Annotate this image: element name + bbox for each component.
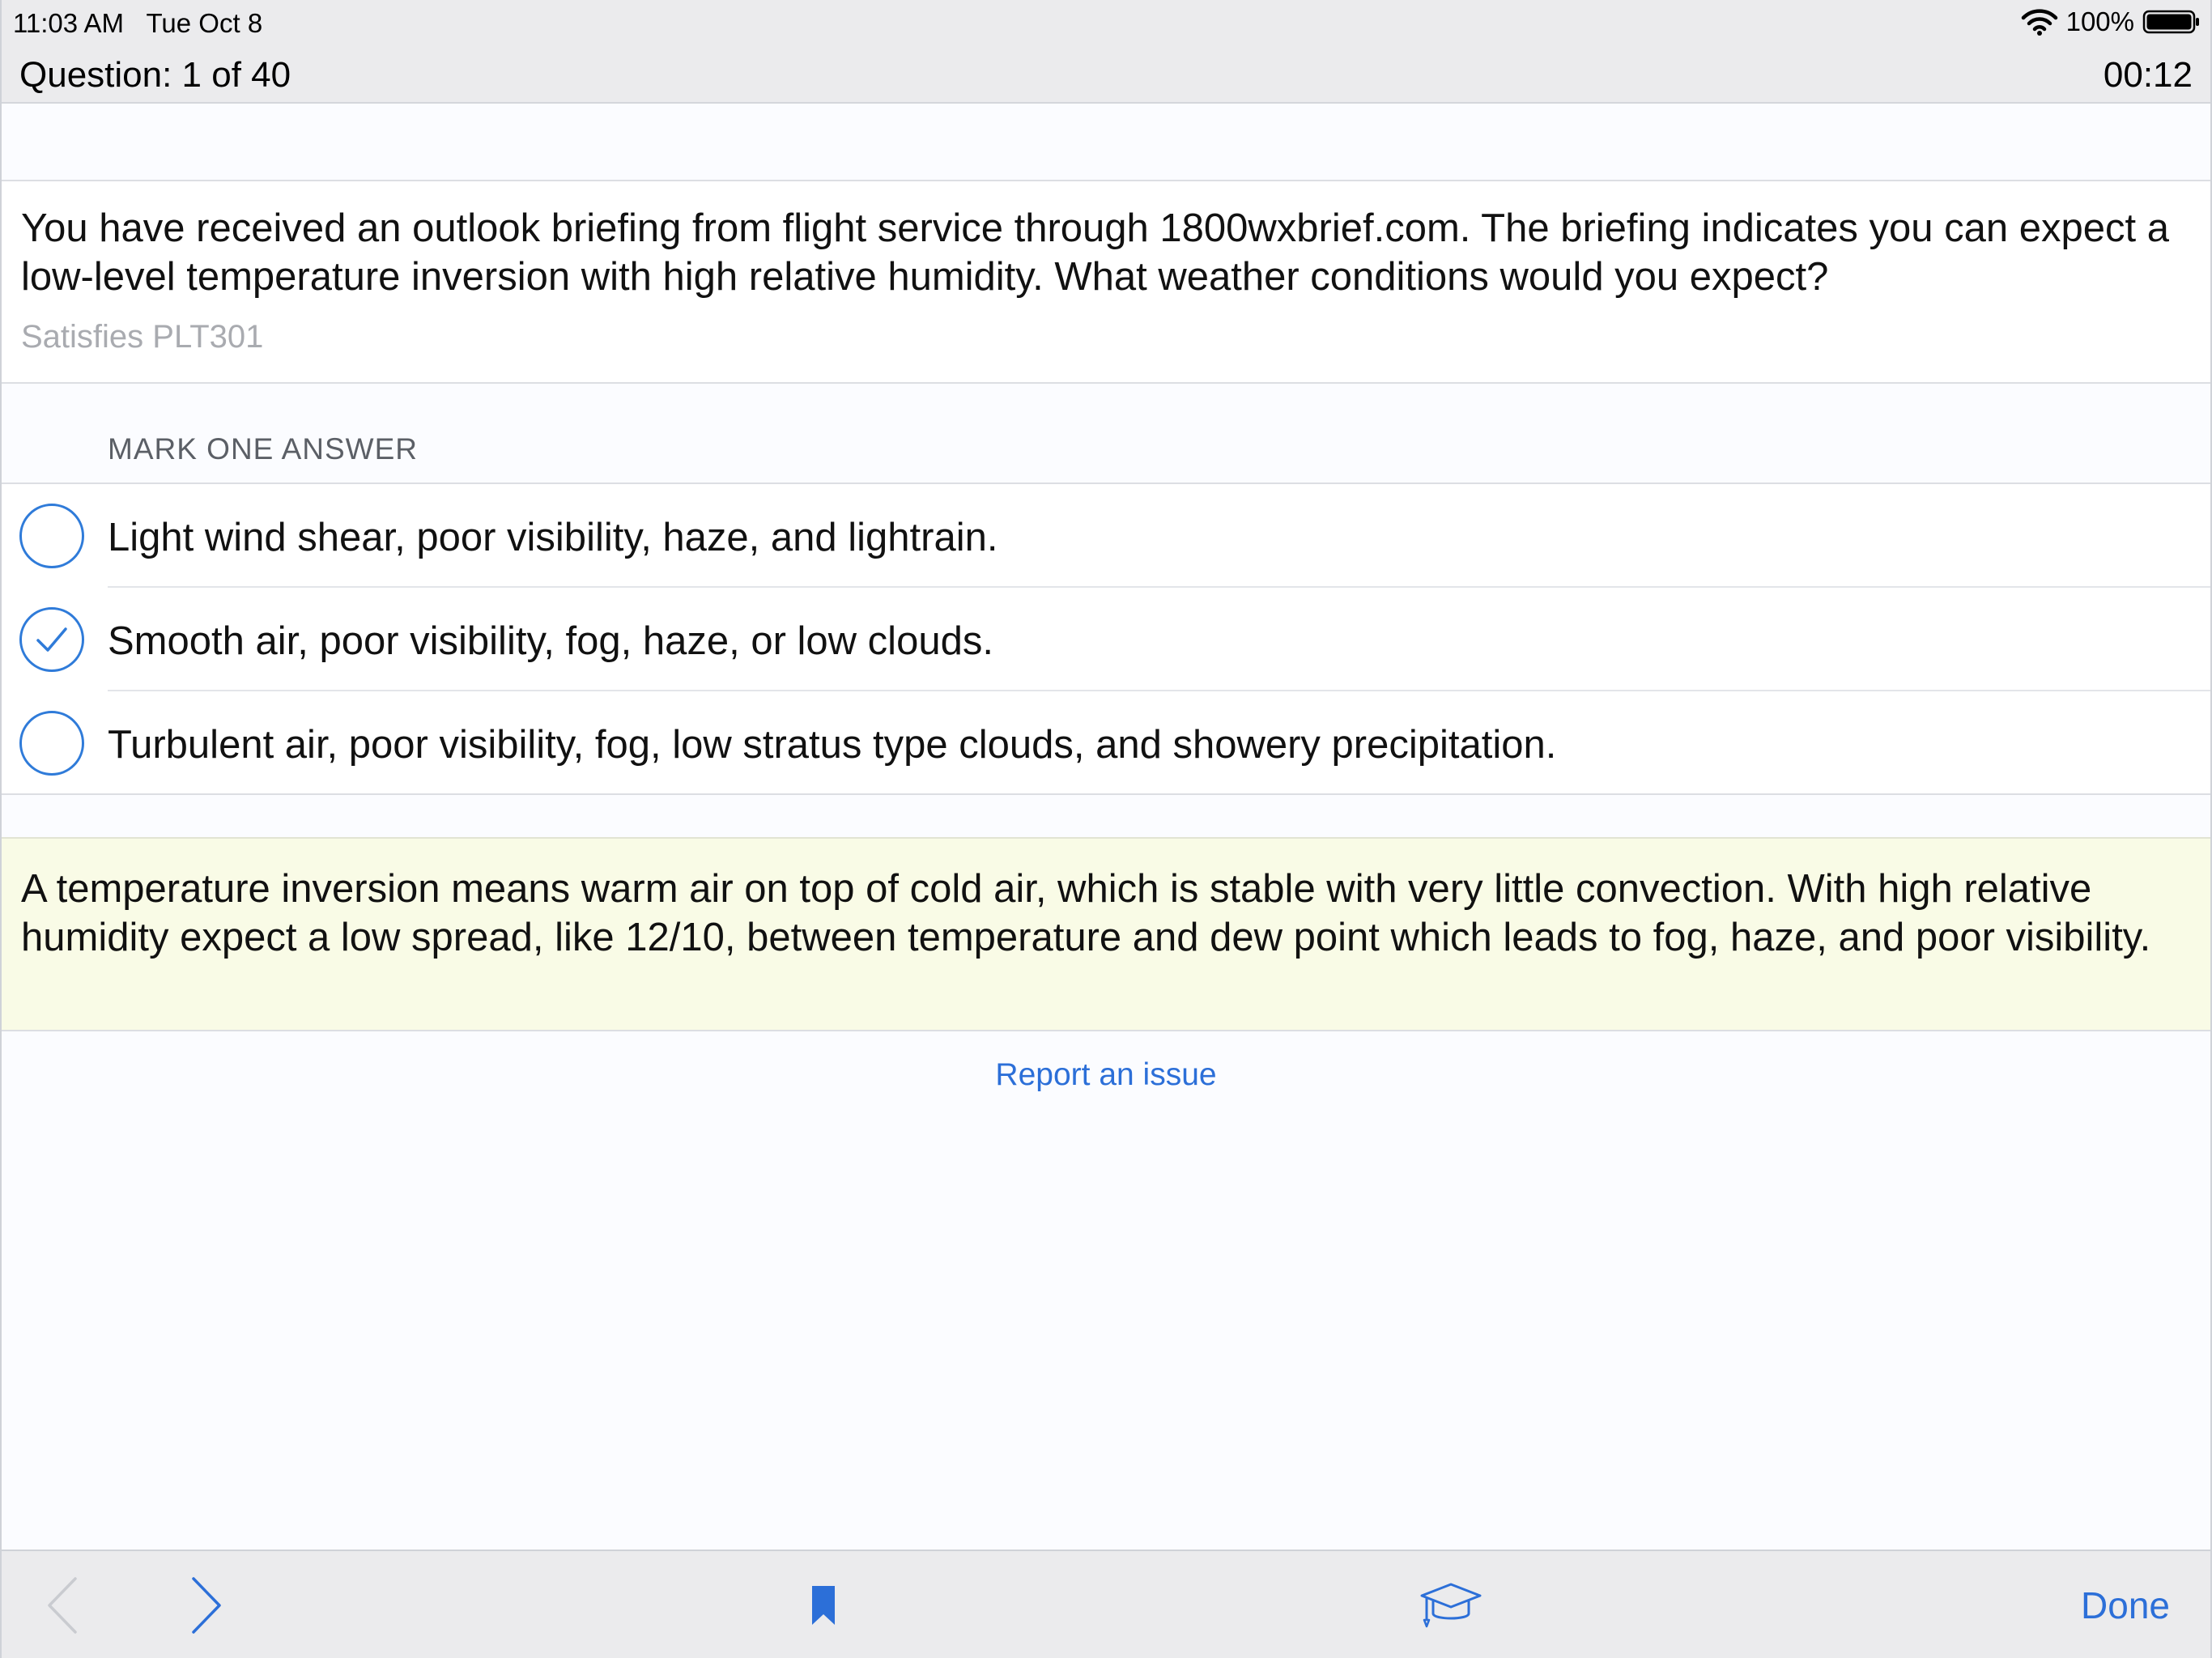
checkmark-icon [36,627,67,652]
graduation-cap-icon [1420,1583,1482,1628]
bottom-toolbar: Done [2,1550,2210,1658]
answer-option-2[interactable]: Smooth air, poor visibility, fog, haze, … [2,588,2210,691]
answers-section-label: MARK ONE ANSWER [108,432,418,466]
answer-option-1[interactable]: Light wind shear, poor visibility, haze,… [2,484,2210,588]
status-date: Tue Oct 8 [146,8,263,38]
forward-button[interactable] [178,1551,235,1658]
answer-label: Turbulent air, poor visibility, fog, low… [108,723,1557,767]
explanation-text: A temperature inversion means warm air o… [21,867,2151,959]
done-button[interactable]: Done [2081,1551,2170,1658]
bookmark-button[interactable] [803,1551,844,1658]
chevron-right-icon [192,1577,221,1634]
status-time: 11:03 AM [13,8,124,38]
battery-icon [2142,10,2199,34]
objective-label: Satisfies PLT301 [21,319,264,355]
question-card: You have received an outlook briefing fr… [2,180,2210,384]
explanation-panel: A temperature inversion means warm air o… [2,837,2210,1031]
study-button[interactable] [1419,1551,1483,1658]
question-text: You have received an outlook briefing fr… [21,206,2169,299]
checked-radio-icon[interactable] [19,607,84,672]
status-time-date: 11:03 AM Tue Oct 8 [13,8,262,39]
timer: 00:12 [2103,55,2193,95]
status-indicators: 100% [2021,6,2201,37]
battery-percent: 100% [2065,6,2134,36]
answer-label: Light wind shear, poor visibility, haze,… [108,516,998,559]
bookmark-icon [812,1586,835,1625]
report-issue-link[interactable]: Report an issue [2,1057,2210,1093]
wifi-icon [2021,9,2057,36]
radio-icon[interactable] [19,504,84,568]
answers-list: Light wind shear, poor visibility, haze,… [2,483,2210,795]
answer-option-3[interactable]: Turbulent air, poor visibility, fog, low… [2,691,2210,795]
answer-label: Smooth air, poor visibility, fog, haze, … [108,619,993,663]
chevron-left-icon [48,1577,77,1634]
radio-icon[interactable] [19,711,84,776]
quiz-screen: 11:03 AM Tue Oct 8 100% Question: 1 of 4… [0,0,2212,1658]
back-button[interactable] [34,1551,91,1658]
top-bar: 11:03 AM Tue Oct 8 100% Question: 1 of 4… [2,0,2210,104]
question-counter: Question: 1 of 40 [19,55,291,95]
